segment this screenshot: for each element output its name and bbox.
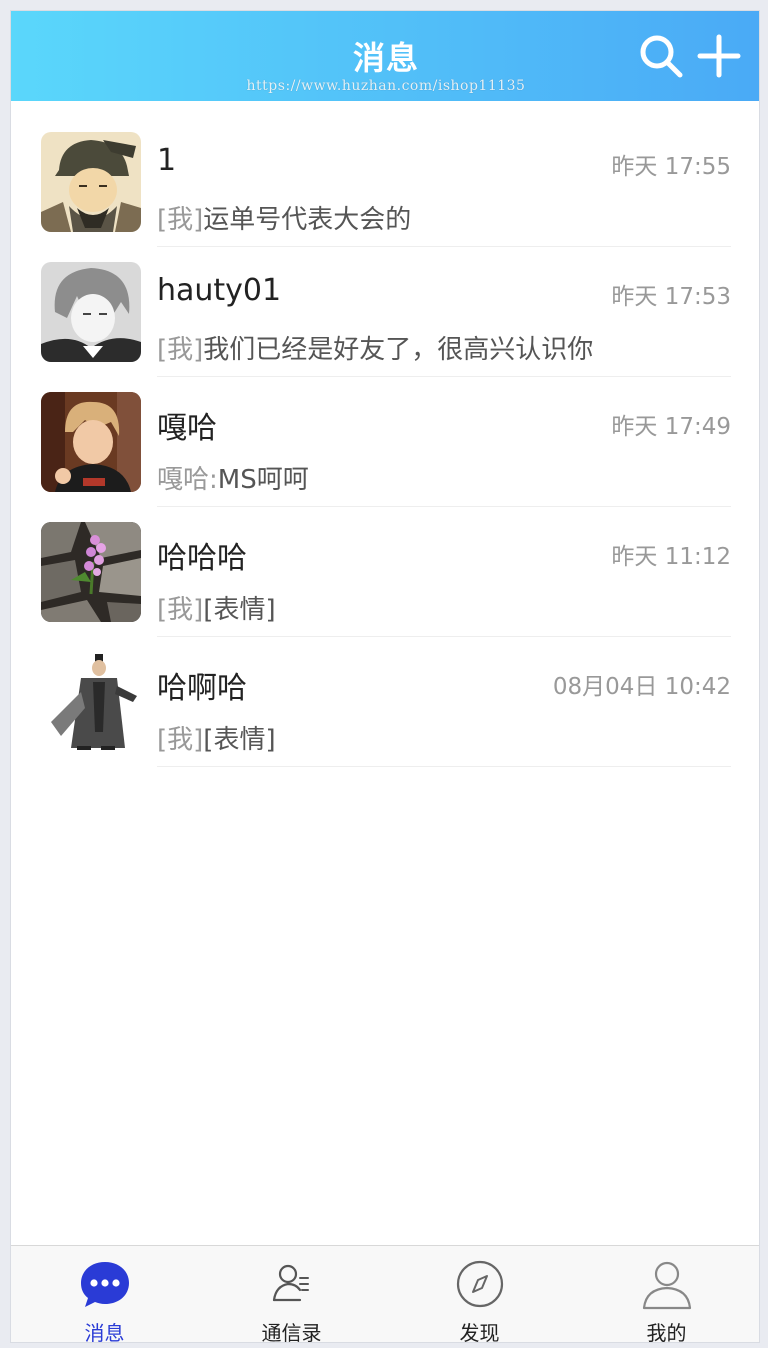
ancient-warrior-icon — [41, 652, 141, 752]
contact-name: 嘎哈 — [157, 411, 217, 446]
conversation-item[interactable]: 哈啊哈 08月04日 10:42 [我][表情] — [11, 621, 759, 767]
contact-name: 哈啊哈 — [157, 671, 247, 706]
tab-label: 消息 — [84, 1321, 125, 1343]
add-button[interactable] — [694, 31, 744, 81]
tab-contacts[interactable]: 通信录 — [198, 1246, 385, 1343]
avatar — [41, 392, 141, 492]
sender-prefix: [我] — [157, 725, 204, 755]
tab-me[interactable]: 我的 — [573, 1246, 759, 1343]
message-preview: [我][表情] — [157, 719, 276, 756]
message-time: 昨天 17:53 — [611, 284, 731, 310]
message-text: [表情] — [203, 725, 276, 755]
conversation-item[interactable]: 哈哈哈 昨天 11:12 [我][表情] — [11, 491, 759, 637]
contact-name: hauty01 — [157, 273, 282, 308]
divider — [157, 766, 731, 767]
conversation-list: 1 昨天 17:55 [我]运单号代表大会的 hauty01 昨天 17:53 — [11, 101, 759, 767]
compass-icon — [456, 1260, 503, 1308]
header-bar: 消息 https://www.huzhan.com/ishop11135 — [11, 11, 759, 101]
message-time: 昨天 11:12 — [611, 544, 731, 570]
contact-name: 1 — [157, 143, 177, 178]
anime-sketch-portrait-icon — [41, 262, 141, 362]
contacts-icon — [272, 1264, 309, 1302]
message-time: 昨天 17:49 — [611, 414, 731, 440]
flower-on-rocks-icon — [41, 522, 141, 622]
plus-icon — [697, 34, 741, 78]
avatar — [41, 522, 141, 622]
tab-bar: 消息 通信录 发现 我的 — [11, 1245, 759, 1343]
person-icon — [642, 1261, 691, 1310]
contact-name: 哈哈哈 — [157, 541, 247, 576]
young-man-photo-icon — [41, 392, 141, 492]
avatar — [41, 132, 141, 232]
conversation-item[interactable]: 1 昨天 17:55 [我]运单号代表大会的 — [11, 101, 759, 247]
tab-label: 通信录 — [261, 1321, 322, 1343]
avatar — [41, 262, 141, 362]
conversation-item[interactable]: hauty01 昨天 17:53 [我]我们已经是好友了，很高兴认识你 — [11, 231, 759, 377]
message-time: 昨天 17:55 — [611, 154, 731, 180]
tab-label: 我的 — [646, 1321, 687, 1343]
avatar — [41, 652, 141, 752]
message-time: 08月04日 10:42 — [552, 674, 731, 700]
tab-label: 发现 — [459, 1321, 500, 1343]
phone-screen: 消息 https://www.huzhan.com/ishop11135 1 昨… — [10, 10, 760, 1343]
chat-bubble-icon — [80, 1262, 129, 1307]
search-icon — [640, 35, 683, 78]
search-button[interactable] — [636, 31, 686, 81]
tab-discover[interactable]: 发现 — [386, 1246, 573, 1343]
tab-messages[interactable]: 消息 — [11, 1246, 198, 1343]
scholar-portrait-icon — [41, 132, 141, 232]
conversation-item[interactable]: 嘎哈 昨天 17:49 嘎哈:MS呵呵 — [11, 361, 759, 507]
